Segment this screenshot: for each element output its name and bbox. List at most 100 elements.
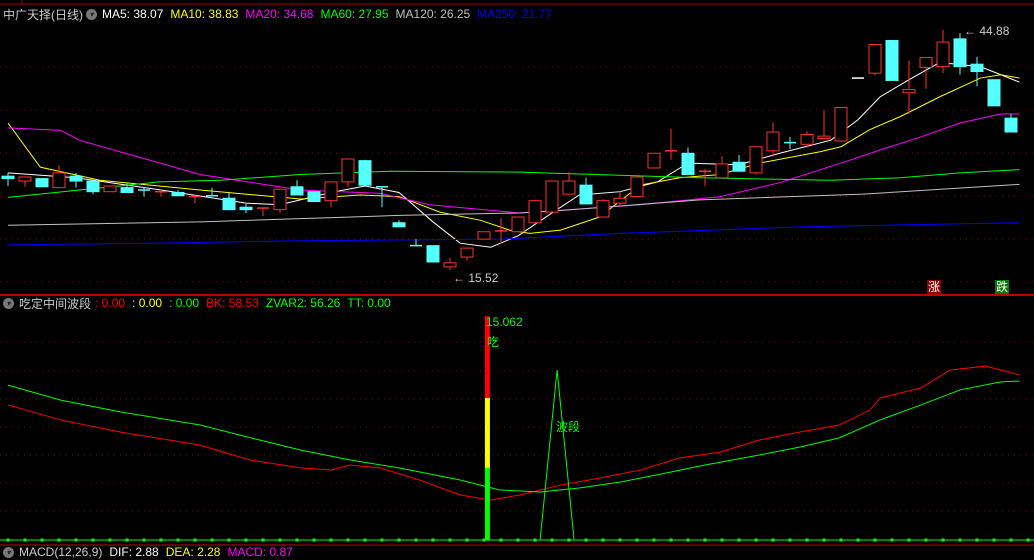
macd-value-1: DEA: 2.28 (165, 545, 221, 559)
baseline-marker (329, 538, 333, 542)
macd-header: ▾ MACD(12,26,9) DIF: 2.88 DEA: 2.28 MACD: … (3, 544, 300, 560)
baseline-marker (992, 538, 996, 542)
baseline-marker (550, 538, 554, 542)
baseline-marker (907, 538, 911, 542)
baseline-marker (91, 538, 95, 542)
macd-value-2: MACD: 0.87 (227, 545, 293, 559)
baseline-marker (193, 538, 197, 542)
candle-body (970, 63, 984, 73)
macd-title: MACD(12,26,9) (19, 545, 103, 559)
baseline-marker (703, 538, 707, 542)
baseline-marker (448, 538, 452, 542)
candle-body (766, 131, 780, 152)
baseline-marker (482, 538, 486, 542)
baseline-marker (159, 538, 163, 542)
dropdown-icon[interactable]: ▾ (3, 546, 14, 558)
baseline-marker (6, 538, 10, 542)
baseline-marker (414, 538, 418, 542)
baseline-marker (1009, 538, 1013, 542)
baseline-marker (567, 538, 571, 542)
candle-body (358, 160, 372, 186)
baseline-marker (958, 538, 962, 542)
baseline-marker (788, 538, 792, 542)
baseline-marker (686, 538, 690, 542)
baseline-marker (380, 538, 384, 542)
baseline-marker (431, 538, 435, 542)
baseline-marker (210, 538, 214, 542)
baseline-marker (584, 538, 588, 542)
candle-body (647, 152, 661, 169)
wave-spike (539, 370, 575, 541)
baseline-marker (720, 538, 724, 542)
baseline-marker (499, 538, 503, 542)
candle-body (732, 161, 746, 172)
baseline-marker (465, 538, 469, 542)
candle-body (817, 135, 831, 140)
baseline-marker (652, 538, 656, 542)
candle-body (86, 180, 100, 193)
fall-tag: 跌 (995, 280, 1009, 294)
candle-body (443, 262, 457, 268)
low-price-label: ← 15.52 (453, 271, 499, 285)
baseline-marker (771, 538, 775, 542)
candle-body (18, 176, 32, 182)
baseline-marker (805, 538, 809, 542)
candle-body (630, 176, 644, 198)
series-bk (7, 365, 1020, 501)
candle-body (120, 187, 134, 194)
candle-body (919, 57, 933, 68)
baseline-marker (261, 538, 265, 542)
baseline-marker (363, 538, 367, 542)
baseline-marker (856, 538, 860, 542)
baseline-marker (346, 538, 350, 542)
baseline-marker (142, 538, 146, 542)
candle-body (749, 146, 763, 174)
peak-value-label: 15.062 (486, 315, 523, 329)
candle-body (222, 197, 236, 211)
candle-body (868, 44, 882, 74)
candle-body (290, 186, 304, 196)
candle-body (239, 206, 253, 211)
candle-body (885, 39, 899, 82)
candle-body (511, 216, 525, 233)
baseline-marker (40, 538, 44, 542)
candle-body (528, 200, 542, 224)
candle-body (477, 231, 491, 240)
ma-line-ma20 (7, 113, 1020, 214)
baseline-marker (244, 538, 248, 542)
candle-body (579, 184, 593, 205)
candle-body (613, 197, 627, 204)
signal-bar-segment (484, 467, 490, 540)
baseline-marker (1026, 538, 1030, 542)
baseline-marker (397, 538, 401, 542)
candle-body (953, 38, 967, 68)
macd-value-0: DIF: 2.88 (109, 545, 159, 559)
candle-body (596, 200, 610, 218)
baseline-marker (125, 538, 129, 542)
candle-body (103, 185, 117, 193)
candle-body (1004, 117, 1018, 133)
baseline-marker (635, 538, 639, 542)
baseline-marker (873, 538, 877, 542)
eat-label: 吃 (487, 335, 499, 349)
baseline-marker (57, 538, 61, 542)
candle-body (69, 175, 83, 182)
baseline-marker (618, 538, 622, 542)
candle-body (324, 181, 338, 202)
candle-body (341, 158, 355, 183)
baseline-marker (669, 538, 673, 542)
candle-body (715, 163, 729, 179)
baseline-marker (975, 538, 979, 542)
candle-body (987, 79, 1001, 107)
ma-line-ma60 (7, 169, 1020, 198)
baseline-marker (227, 538, 231, 542)
candle-body (681, 152, 695, 176)
baseline-marker (312, 538, 316, 542)
candle-body (1, 175, 15, 180)
baseline-marker (839, 538, 843, 542)
candle-body (936, 41, 950, 68)
high-price-label: ← 44.88 (964, 24, 1010, 38)
candle-body (460, 247, 474, 258)
candle-body (426, 245, 440, 263)
candle-body (35, 178, 49, 188)
